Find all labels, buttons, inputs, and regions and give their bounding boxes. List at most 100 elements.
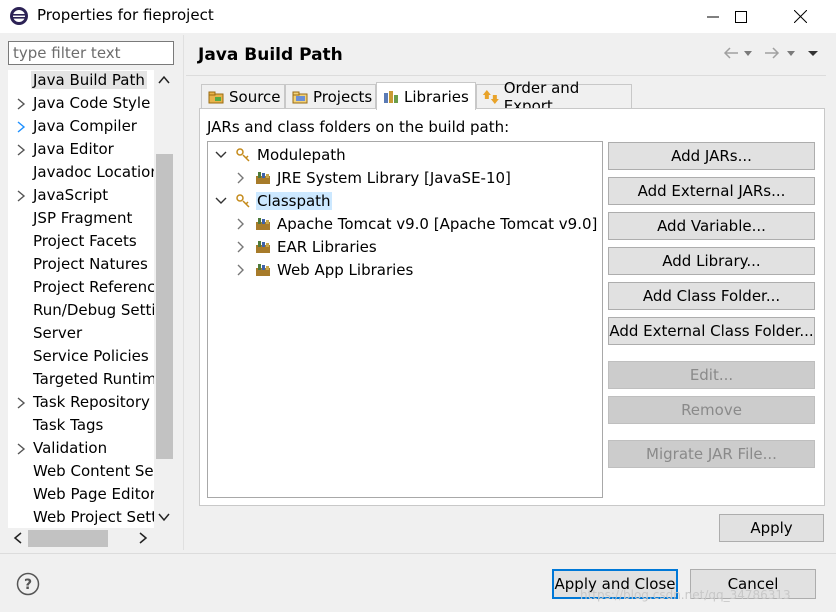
chevron-right-icon[interactable]	[15, 396, 27, 410]
tree-node[interactable]: JRE System Library [JavaSE-10]	[234, 167, 512, 189]
tab-source[interactable]: Source	[201, 84, 285, 109]
chevron-right-icon[interactable]	[234, 240, 248, 254]
tree-node-label: Modulepath	[257, 146, 346, 164]
close-window-button[interactable]	[772, 0, 828, 33]
projects-icon	[292, 91, 308, 104]
nav-item-label: Targeted Runtimes	[33, 370, 158, 388]
header-divider	[186, 75, 826, 76]
nav-item-label: Java Compiler	[33, 117, 137, 135]
chevron-right-icon[interactable]	[234, 171, 248, 185]
panel-divider[interactable]	[183, 35, 184, 550]
add-class-folder-button[interactable]: Add Class Folder...	[608, 282, 815, 310]
forward-arrow-icon[interactable]	[764, 46, 780, 60]
maximize-button[interactable]	[713, 0, 769, 33]
nav-item[interactable]: Run/Debug Settings	[8, 300, 158, 323]
nav-item[interactable]: Validation	[8, 438, 158, 461]
view-menu-icon[interactable]	[807, 48, 819, 58]
chevron-right-icon[interactable]	[15, 143, 27, 157]
remove-button[interactable]: Remove	[608, 396, 815, 424]
nav-item[interactable]: Javadoc Location	[8, 162, 158, 185]
tree-node[interactable]: EAR Libraries	[234, 236, 378, 258]
nav-item-label: Java Editor	[33, 140, 114, 158]
tree-node[interactable]: Apache Tomcat v9.0 [Apache Tomcat v9.0]	[234, 213, 598, 235]
nav-item-label: Server	[33, 324, 83, 342]
scroll-down-icon[interactable]	[157, 510, 171, 524]
nav-item[interactable]: Java Editor	[8, 139, 158, 162]
libraries-icon	[384, 90, 398, 103]
tree-node[interactable]: Web App Libraries	[234, 259, 414, 281]
scroll-left-icon[interactable]	[11, 531, 25, 545]
edit-button[interactable]: Edit...	[608, 361, 815, 389]
tab-libraries[interactable]: Libraries	[376, 82, 476, 110]
tree-node-label: JRE System Library [JavaSE-10]	[277, 169, 511, 187]
tree-node[interactable]: Modulepath	[214, 144, 347, 166]
nav-item[interactable]: JavaScript	[8, 185, 158, 208]
chevron-right-icon[interactable]	[234, 263, 248, 277]
apply-button[interactable]: Apply	[719, 514, 824, 542]
nav-scroll-thumb[interactable]	[156, 154, 173, 459]
chevron-right-icon[interactable]	[15, 189, 27, 203]
maximize-icon	[735, 10, 747, 23]
nav-item[interactable]: Service Policies	[8, 346, 158, 369]
tab-label: Projects	[313, 88, 373, 106]
page-title: Java Build Path	[198, 45, 343, 65]
nav-hscroll-thumb[interactable]	[28, 530, 108, 547]
order-export-icon	[482, 90, 499, 104]
nav-item[interactable]: Web Project Settings	[8, 507, 158, 530]
migrate-jar-file-button[interactable]: Migrate JAR File...	[608, 440, 815, 468]
nav-item[interactable]: Web Page Editor	[8, 484, 158, 507]
nav-item-label: Web Project Settings	[33, 508, 158, 526]
chevron-right-icon[interactable]	[15, 120, 27, 134]
nav-item[interactable]: JSP Fragment	[8, 208, 158, 231]
nav-item[interactable]: Targeted Runtimes	[8, 369, 158, 392]
back-arrow-icon[interactable]	[723, 46, 739, 60]
chevron-right-icon[interactable]	[15, 442, 27, 456]
modulepath-icon	[236, 148, 250, 162]
nav-item[interactable]: Java Build Path	[8, 70, 158, 93]
nav-item[interactable]: Project Facets	[8, 231, 158, 254]
chevron-right-icon[interactable]	[15, 97, 27, 111]
eclipse-icon	[10, 7, 28, 25]
add-library-button[interactable]: Add Library...	[608, 247, 815, 275]
nav-tree: Java Build Path Java Code Style Java Compi…	[8, 70, 174, 548]
tab-label: Source	[229, 88, 281, 106]
nav-item-label: JavaScript	[33, 186, 109, 204]
nav-item-label: Validation	[33, 439, 108, 457]
nav-item-label: Project Facets	[33, 232, 137, 250]
nav-item[interactable]: Java Compiler	[8, 116, 158, 139]
scroll-right-icon[interactable]	[136, 531, 150, 545]
scroll-up-icon[interactable]	[157, 73, 171, 87]
nav-item[interactable]: Project Natures	[8, 254, 158, 277]
tab-projects[interactable]: Projects	[285, 84, 376, 109]
nav-item[interactable]: Task Tags	[8, 415, 158, 438]
section-label: JARs and class folders on the build path…	[207, 118, 510, 136]
chevron-right-icon[interactable]	[234, 217, 248, 231]
chevron-down-icon[interactable]	[214, 194, 228, 208]
nav-item-label: Project Natures	[33, 255, 148, 273]
watermark: https://blog.csdn.net/qq_34786313	[580, 588, 791, 602]
nav-item[interactable]: Web Content Settings	[8, 461, 158, 484]
chevron-down-icon[interactable]	[786, 48, 796, 58]
help-icon[interactable]: ?	[16, 572, 40, 596]
add-jars-button[interactable]: Add JARs...	[608, 142, 815, 170]
add-variable-button[interactable]: Add Variable...	[608, 212, 815, 240]
tab-order-and-export[interactable]: Order and Export	[476, 79, 632, 115]
nav-item[interactable]: Java Code Style	[8, 93, 158, 116]
chevron-down-icon[interactable]	[214, 148, 228, 162]
nav-item-label: Java Code Style	[33, 94, 151, 112]
add-external-jars-button[interactable]: Add External JARs...	[608, 177, 815, 205]
tree-node-label: Web App Libraries	[277, 261, 414, 279]
nav-item[interactable]: Project References	[8, 277, 158, 300]
library-jar-icon	[256, 264, 270, 276]
svg-text:?: ?	[24, 577, 32, 593]
tree-node[interactable]: Classpath	[214, 190, 332, 212]
window-title: Properties for fieproject	[37, 6, 214, 24]
chevron-down-icon[interactable]	[743, 48, 753, 58]
filter-input[interactable]	[8, 41, 174, 65]
add-external-class-folder-button[interactable]: Add External Class Folder...	[608, 317, 815, 345]
nav-item-label: Service Policies	[33, 347, 149, 365]
nav-item[interactable]: Task Repository	[8, 392, 158, 415]
tree-node-label: Apache Tomcat v9.0 [Apache Tomcat v9.0]	[277, 215, 598, 233]
build-path-tree[interactable]: Modulepath JRE System Library [JavaSE-10]…	[207, 141, 603, 498]
nav-item[interactable]: Server	[8, 323, 158, 346]
